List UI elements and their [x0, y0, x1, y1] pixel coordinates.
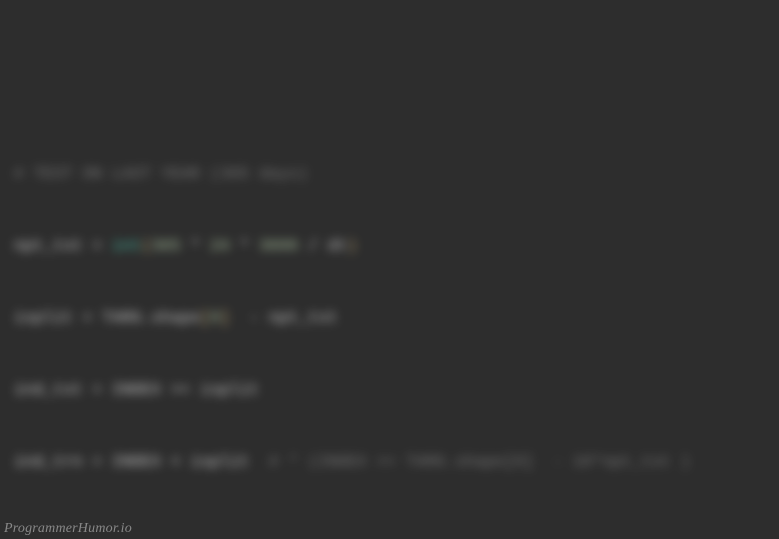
code-ident: ind_tst [14, 381, 83, 399]
code-builtin: int [112, 237, 141, 255]
code-op: * [230, 237, 259, 255]
code-punct: . [141, 309, 151, 327]
code-op: = [83, 453, 112, 471]
code-ident: isplit [190, 453, 249, 471]
code-number: 0 [210, 309, 220, 327]
blurred-code-top: # TEST ON LAST YEAR (365 days) npt_tst =… [14, 114, 765, 522]
code-ident: - npt_tst [230, 309, 338, 327]
code-ident: npt_tst [14, 237, 83, 255]
code-op: = [73, 309, 102, 327]
code-number: 3600 [259, 237, 298, 255]
code-ident: isplit [200, 381, 259, 399]
paren-icon: ) [347, 237, 357, 255]
code-comment: # TEST ON LAST YEAR (365 days) [14, 165, 308, 183]
code-ident: TARG [102, 309, 141, 327]
code-op: * [181, 237, 210, 255]
code-op: >= [161, 381, 200, 399]
bracket-icon: [ [200, 309, 210, 327]
code-number: 24 [210, 237, 230, 255]
bracket-icon: ] [220, 309, 230, 327]
code-ident: INDEX [112, 453, 161, 471]
paren-icon: ( [141, 237, 151, 255]
code-number: 365 [151, 237, 180, 255]
code-comment: # * (INDEX >= TARG.shape[0] - 10*npt_tst… [249, 453, 690, 471]
code-op: = [83, 381, 112, 399]
watermark-label: ProgrammerHumor.io [4, 521, 132, 537]
code-ident: isplit [14, 309, 73, 327]
code-ident: ind_trn [14, 453, 83, 471]
code-op: / [298, 237, 327, 255]
code-ident: shape [151, 309, 200, 327]
code-op: = [83, 237, 112, 255]
code-ident: INDEX [112, 381, 161, 399]
code-ident: dt [328, 237, 348, 255]
code-op: < [161, 453, 190, 471]
code-editor[interactable]: # TEST ON LAST YEAR (365 days) npt_tst =… [0, 0, 779, 539]
